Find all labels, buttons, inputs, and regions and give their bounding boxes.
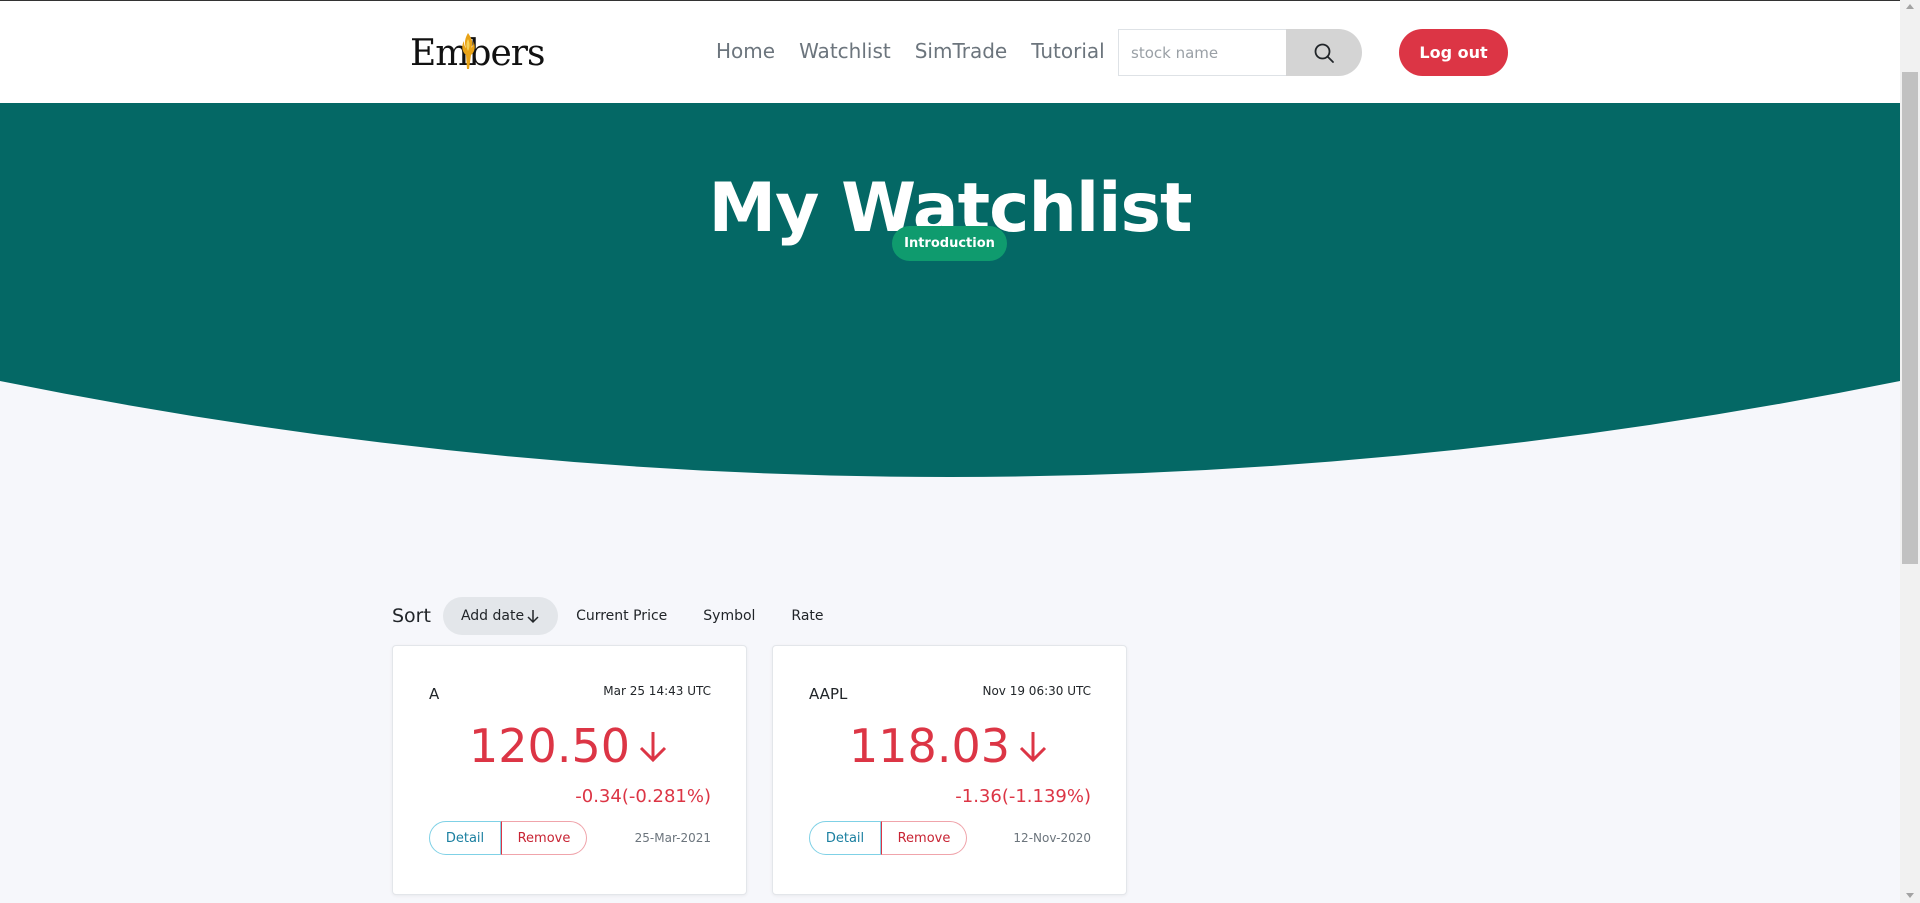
sort-rate[interactable]: Rate bbox=[773, 597, 841, 635]
card-time: Nov 19 06:30 UTC bbox=[982, 684, 1091, 698]
arrow-down-icon bbox=[1019, 732, 1047, 763]
remove-button[interactable]: Remove bbox=[501, 821, 587, 855]
card-price-value: 120.50 bbox=[469, 719, 630, 773]
card-actions: Detail Remove bbox=[429, 821, 587, 855]
remove-button[interactable]: Remove bbox=[881, 821, 967, 855]
arrow-down-icon bbox=[639, 732, 667, 763]
watchlist-card: A Mar 25 14:43 UTC 120.50 -0.34(-0.281%)… bbox=[392, 645, 747, 895]
search-group bbox=[1118, 29, 1362, 76]
card-actions: Detail Remove bbox=[809, 821, 967, 855]
nav-link-home[interactable]: Home bbox=[716, 35, 775, 67]
scrollbar-thumb[interactable] bbox=[1902, 72, 1918, 564]
card-add-date: 25-Mar-2021 bbox=[634, 831, 711, 845]
scroll-up-arrow-icon[interactable] bbox=[1906, 4, 1914, 9]
card-price: 118.03 bbox=[773, 719, 1126, 773]
card-change: -1.36(-1.139%) bbox=[955, 786, 1091, 807]
nav-link-tutorial[interactable]: Tutorial bbox=[1031, 35, 1105, 67]
sort-add-date[interactable]: Add date bbox=[442, 597, 559, 635]
logo[interactable]: Embers bbox=[410, 25, 545, 81]
card-change: -0.34(-0.281%) bbox=[575, 786, 711, 807]
detail-button[interactable]: Detail bbox=[429, 821, 501, 855]
hero-background bbox=[0, 103, 1900, 477]
sort-symbol[interactable]: Symbol bbox=[685, 597, 773, 635]
search-icon bbox=[1314, 43, 1334, 63]
logo-text: Embers bbox=[410, 32, 545, 74]
search-button[interactable] bbox=[1286, 29, 1362, 76]
sort-current-price[interactable]: Current Price bbox=[558, 597, 685, 635]
flame-icon bbox=[462, 33, 475, 69]
watchlist-card: AAPL Nov 19 06:30 UTC 118.03 -1.36(-1.13… bbox=[772, 645, 1127, 895]
hero-banner: My Watchlist Introduction bbox=[0, 103, 1900, 478]
sort-bar: Sort Add date Current Price Symbol Rate bbox=[392, 597, 842, 635]
scroll-down-arrow-icon[interactable] bbox=[1906, 893, 1914, 898]
search-input[interactable] bbox=[1118, 29, 1286, 76]
card-price: 120.50 bbox=[393, 719, 746, 773]
card-add-date: 12-Nov-2020 bbox=[1013, 831, 1091, 845]
nav-link-simtrade[interactable]: SimTrade bbox=[915, 35, 1008, 67]
introduction-button[interactable]: Introduction bbox=[892, 226, 1007, 261]
sort-label: Sort bbox=[392, 605, 431, 627]
card-time: Mar 25 14:43 UTC bbox=[603, 684, 711, 698]
sort-add-date-label: Add date bbox=[460, 608, 525, 624]
arrow-down-icon bbox=[527, 610, 539, 624]
logout-button[interactable]: Log out bbox=[1399, 29, 1508, 76]
detail-button[interactable]: Detail bbox=[809, 821, 881, 855]
nav-link-watchlist[interactable]: Watchlist bbox=[799, 35, 891, 67]
navbar: Embers Home Watchlist SimTrade Tutorial … bbox=[0, 1, 1900, 103]
card-price-value: 118.03 bbox=[849, 719, 1010, 773]
card-symbol: A bbox=[429, 685, 440, 703]
nav-links: Home Watchlist SimTrade Tutorial bbox=[716, 35, 1129, 67]
card-symbol: AAPL bbox=[809, 685, 848, 703]
